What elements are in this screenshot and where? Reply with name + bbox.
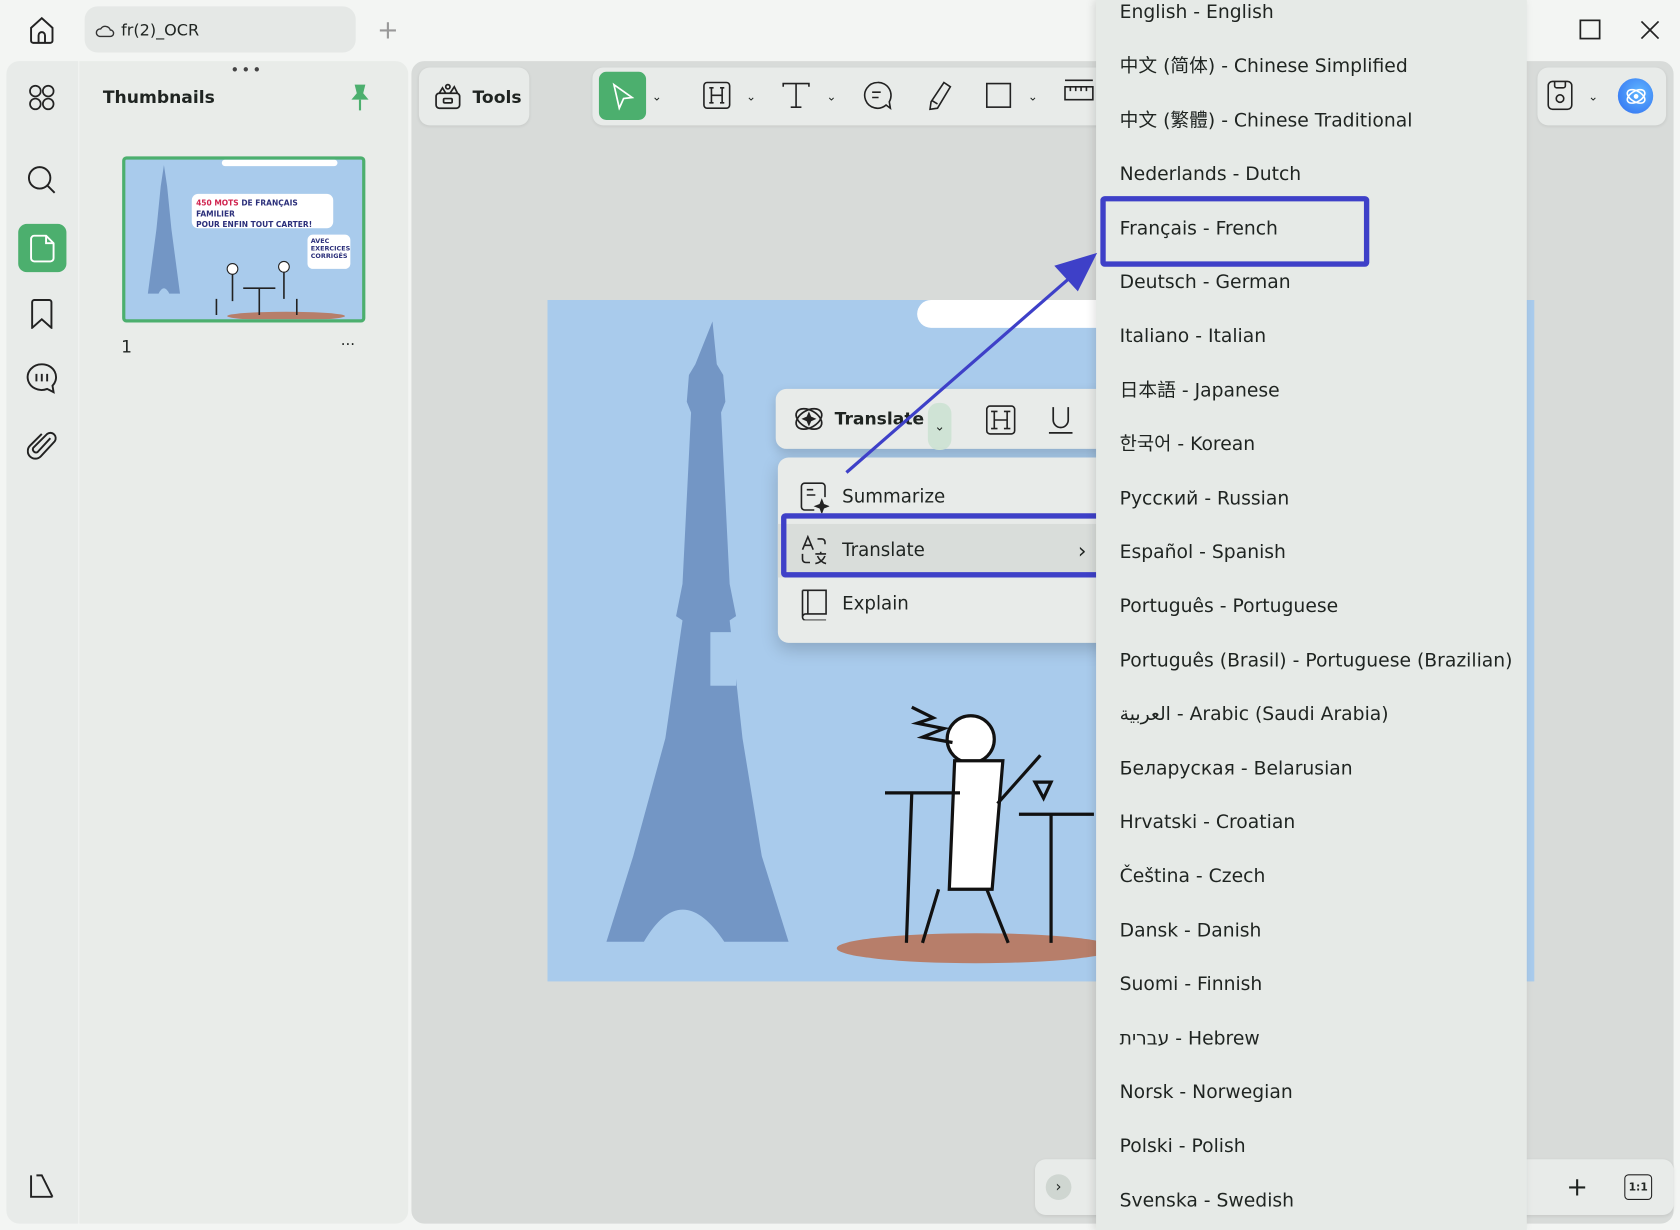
text-tool-icon[interactable] [780,79,812,111]
cover-badge-1: AVEC [310,237,330,246]
menu-item-label: Explain [842,593,909,616]
tab-title: fr(2)_OCR [121,19,200,40]
language-option[interactable]: 中文 (繁體) - Chinese Traditional [1120,108,1413,134]
tools-label: Tools [472,86,522,107]
close-button[interactable] [1635,15,1665,45]
bookmark-icon[interactable] [24,296,60,332]
cover-text-2: POUR ENFIN TOUT CARTER! [196,220,313,230]
cover-text-red: 450 MOTS [196,199,239,208]
language-option[interactable]: Svenska - Swedish [1120,1188,1294,1214]
language-option[interactable]: Français - French [1120,216,1278,242]
language-option[interactable]: English - English [1120,0,1274,26]
shape-tool-icon[interactable] [983,79,1015,111]
text-dropdown-icon[interactable]: ⌄ [824,86,839,107]
tools-button[interactable]: Tools [418,67,530,126]
cover-badge-3: CORRIGÉS [310,252,348,261]
apps-icon[interactable] [24,79,60,115]
translate-toolbar-button[interactable]: Translate [835,408,925,428]
expand-nav-button[interactable]: › [1045,1174,1072,1201]
language-option[interactable]: Беларуская - Belarusian [1120,756,1353,782]
page-number: 1 [121,336,132,357]
language-option[interactable]: Suomi - Finnish [1120,972,1263,998]
menu-item-explain[interactable]: Explain [778,578,1099,632]
language-option[interactable]: 日本語 - Japanese [1120,378,1280,404]
panel-toggle-icon[interactable] [24,1168,60,1204]
language-option[interactable]: Deutsch - German [1120,270,1291,296]
ai-assistant-icon[interactable] [1617,78,1654,114]
pencil-tool-icon[interactable] [924,79,956,111]
comment-tool-icon[interactable] [861,79,893,111]
ai-translate-icon [791,401,827,437]
language-option[interactable]: Polski - Polish [1120,1134,1246,1160]
language-option[interactable]: עברית - Hebrew [1120,1026,1260,1052]
attachment-icon[interactable] [24,426,60,462]
pin-icon[interactable] [347,81,373,113]
menu-item-label: Summarize [842,486,946,508]
actual-size-button[interactable]: 1:1 [1624,1174,1653,1201]
drag-handle[interactable]: ••• [230,62,263,79]
comment-icon[interactable] [24,360,60,396]
language-option[interactable]: Português - Portuguese [1120,594,1339,620]
cover-badge-2: EXERCICES [310,245,351,253]
translate-dropdown-button[interactable]: ⌄ [927,402,952,451]
toolbox-icon [434,83,462,111]
language-option[interactable]: Dansk - Danish [1120,918,1262,944]
highlight-tool-icon[interactable] [701,79,733,111]
language-option[interactable]: Norsk - Norwegian [1120,1080,1293,1106]
language-option[interactable]: 中文 (简体) - Chinese Simplified [1120,54,1408,80]
thumbnail-more-button[interactable]: ··· [341,336,355,353]
measure-tool-icon[interactable] [1063,77,1095,111]
translate-highlight-box [781,513,1106,578]
language-option[interactable]: Hrvatski - Croatian [1120,810,1296,836]
thumbnails-icon[interactable] [18,223,67,273]
language-option[interactable]: 한국어 - Korean [1120,432,1255,458]
summarize-icon [799,481,830,514]
maximize-button[interactable] [1575,15,1605,45]
book-icon [799,588,829,621]
document-tab[interactable]: fr(2)_OCR [84,6,356,53]
shape-dropdown-icon[interactable]: ⌄ [1025,86,1040,107]
zoom-in-button[interactable]: + [1564,1172,1590,1202]
language-option[interactable]: Русский - Russian [1120,486,1290,512]
cover-speech-bubble: 450 MOTS DE FRANÇAIS FAMILIER POUR ENFIN … [191,193,334,230]
language-menu: English - English 中文 (简体) - Chinese Simpl… [1096,0,1527,1230]
highlight-dropdown-icon[interactable]: ⌄ [744,86,759,107]
language-option[interactable]: Português (Brasil) - Portuguese (Brazili… [1120,648,1513,674]
heading-icon[interactable] [984,403,1018,437]
select-dropdown-icon[interactable]: ⌄ [649,86,664,107]
select-tool-button[interactable] [598,71,647,121]
search-icon[interactable] [24,162,60,198]
language-option[interactable]: Español - Spanish [1120,540,1286,566]
cover-badge: AVEC EXERCICES CORRIGÉS [307,234,351,269]
language-option[interactable]: العربية - Arabic (Saudi Arabia) [1120,702,1389,728]
underline-icon[interactable] [1045,403,1077,437]
page-thumbnail[interactable]: 450 MOTS DE FRANÇAIS FAMILIER POUR ENFIN … [122,156,366,323]
cloud-icon [95,22,115,37]
language-option[interactable]: Čeština - Czech [1120,864,1266,890]
eiffel-tower-illustration [606,321,789,942]
language-option[interactable]: Italiano - Italian [1120,324,1266,350]
save-dropdown-icon[interactable]: ⌄ [1586,86,1601,107]
language-option[interactable]: Nederlands - Dutch [1120,162,1302,188]
panel-title: Thumbnails [102,86,215,108]
home-icon[interactable] [24,12,60,48]
save-icon[interactable] [1545,79,1575,111]
new-tab-button[interactable]: + [375,15,401,45]
